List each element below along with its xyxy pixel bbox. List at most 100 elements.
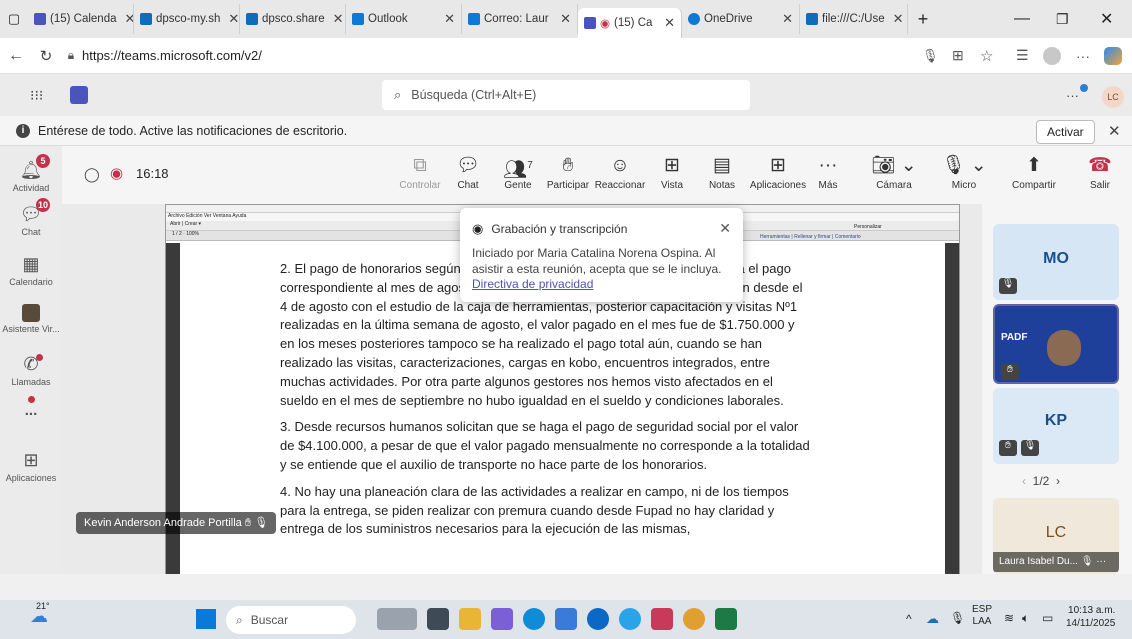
raise-hand-icon: ✋︎ (1001, 364, 1019, 380)
favorite-star-icon[interactable]: ☆ (980, 47, 993, 65)
security-app-icon[interactable] (651, 608, 673, 630)
paragraph-3: 3. Desde recursos humanos solicitan que … (280, 419, 810, 472)
user-avatar[interactable]: LC (1102, 86, 1124, 108)
leave-button[interactable]: ☎︎ Salir (1072, 154, 1128, 191)
new-tab-icon[interactable]: + (908, 9, 938, 30)
tab-file[interactable]: file:///C:/Use ✕ (800, 4, 908, 34)
close-popup-icon[interactable]: ✕ (719, 220, 731, 237)
taskbar-search[interactable]: ⌕ Buscar (226, 606, 356, 634)
hand-icon: ✋︎ (562, 155, 574, 176)
rail-item-apps[interactable]: ⊞ Aplicaciones (0, 450, 62, 483)
mic-tray-icon[interactable]: 🎙︎ (950, 611, 965, 625)
photos-app-icon[interactable] (491, 608, 513, 630)
battery-icon[interactable]: ▭ (1042, 611, 1053, 625)
apps-grid-icon[interactable]: ⊞ (952, 47, 964, 64)
more-icon[interactable]: ··· (1096, 556, 1106, 567)
wifi-icon[interactable]: ≋ (1004, 611, 1014, 625)
notes-button[interactable]: ▤ Notas (694, 154, 750, 191)
close-tab-icon[interactable]: ✕ (440, 11, 455, 27)
maximize-icon[interactable]: ❐ (1056, 11, 1069, 28)
mic-off-icon: 🎙︎ (1021, 440, 1039, 456)
add-apps-icon: ⊞ (23, 450, 39, 470)
share-button[interactable]: ⬆ Compartir (1006, 154, 1062, 191)
temperature: 21° (36, 601, 50, 611)
tab-calendar[interactable]: (15) Calenda✕ (28, 4, 134, 34)
close-tab-icon[interactable]: ✕ (889, 11, 904, 27)
more-button[interactable]: ··· Más (800, 154, 856, 191)
close-tab-icon[interactable]: ✕ (556, 11, 571, 27)
url-field[interactable]: https://teams.microsoft.com/v2/ (82, 48, 262, 63)
raise-hand-button[interactable]: ✋︎ Participar (540, 154, 596, 191)
notification-bar: i Entérese de todo. Active las notificac… (0, 116, 1132, 146)
rail-item-activity[interactable]: 🔔︎ Actividad 5 (0, 154, 62, 193)
close-tab-icon[interactable]: ✕ (329, 11, 344, 27)
tab-correo[interactable]: Correo: Laur ✕ (462, 4, 578, 34)
mic-button[interactable]: 🎙︎ ⌄ Micro (936, 154, 992, 191)
file-explorer-icon[interactable] (459, 608, 481, 630)
window-menu-icon[interactable]: ▢ (0, 11, 28, 27)
copilot-icon[interactable] (1104, 47, 1122, 65)
refresh-icon[interactable]: ↻ (32, 47, 60, 65)
participant-tile-video[interactable]: PADF ✋︎ (993, 304, 1119, 384)
app-launcher-icon[interactable]: ⁝⁝⁝ (30, 87, 43, 104)
settings-more-icon[interactable]: ··· (1066, 88, 1079, 103)
copilot-app-icon[interactable] (619, 608, 641, 630)
rail-item-calendar[interactable]: ▦ Calendario (0, 254, 62, 287)
onedrive-tray-icon[interactable]: ☁ (926, 611, 939, 627)
participant-tile-mo[interactable]: MO 🎙︎ (993, 224, 1119, 300)
rail-item-calls[interactable]: ✆ Llamadas (0, 354, 62, 387)
rail-item-virtual-assistant[interactable]: Asistente Vir... (0, 304, 62, 334)
tray-chevron-icon[interactable]: ^ (906, 612, 912, 626)
chat-button[interactable]: 💬︎ Chat (440, 154, 496, 191)
close-notification-icon[interactable]: ✕ (1108, 122, 1121, 140)
profile-avatar[interactable] (1043, 47, 1061, 65)
react-button[interactable]: ☺︎ Reaccionar (592, 154, 648, 191)
mic-icon[interactable]: 🎙︎ (922, 48, 939, 64)
mic-off-icon: 🎙︎ (999, 278, 1017, 294)
close-tab-icon[interactable]: ✕ (660, 15, 675, 31)
activate-button[interactable]: Activar (1036, 120, 1095, 144)
people-button[interactable]: 👥︎7 Gente (490, 154, 546, 191)
close-tab-icon[interactable]: ✕ (778, 11, 793, 27)
tab-dpsco-share[interactable]: dpsco.share ✕ (240, 4, 346, 34)
tab-onedrive[interactable]: OneDrive ✕ (682, 4, 800, 34)
store-icon[interactable] (555, 608, 577, 630)
participant-tile-kp[interactable]: KP ✋︎ 🎙︎ (993, 388, 1119, 464)
rail-item-more[interactable]: ... (0, 396, 62, 419)
chat-badge: 10 (36, 198, 50, 212)
search-icon: ⌕ (236, 612, 243, 627)
participant-tile-lc[interactable]: LC Laura Isabel Du... 🎙︎ ··· (993, 498, 1119, 574)
excel-icon[interactable] (715, 608, 737, 630)
hp-app-icon[interactable] (587, 608, 609, 630)
search-input[interactable]: Búsqueda (Ctrl+Alt+E) (411, 88, 536, 102)
task-view-icon[interactable] (427, 608, 449, 630)
widget-app-icon[interactable] (377, 608, 417, 630)
chrome-icon[interactable] (683, 608, 705, 630)
language-indicator[interactable]: ESP LAA (972, 604, 992, 628)
start-icon[interactable] (196, 609, 216, 629)
recording-dot-icon: ◉ (600, 18, 611, 30)
more-icon[interactable]: ··· (1076, 48, 1090, 64)
search-box[interactable]: ⌕ Búsqueda (Ctrl+Alt+E) (382, 80, 750, 110)
prev-page-icon[interactable]: ‹ (1022, 474, 1026, 488)
outlook-favicon-icon (468, 13, 480, 25)
edge-icon[interactable] (523, 608, 545, 630)
tab-outlook[interactable]: Outlook ✕ (346, 4, 462, 34)
next-page-icon[interactable]: › (1056, 474, 1060, 488)
rail-item-chat[interactable]: 💬︎ Chat 10 (0, 198, 62, 237)
tab-teams-meeting[interactable]: ◉ (15) Ca ✕ (578, 8, 682, 38)
volume-icon[interactable]: 🔈︎ (1022, 611, 1029, 626)
close-tab-icon[interactable]: ✕ (120, 11, 133, 27)
back-icon[interactable]: ← (0, 47, 32, 65)
privacy-policy-link[interactable]: Directiva de privacidad (472, 277, 593, 291)
minimize-icon[interactable]: — (1014, 10, 1030, 28)
close-tab-icon[interactable]: ✕ (224, 11, 239, 27)
camera-button[interactable]: 📷︎ ⌄ Cámara (866, 154, 922, 191)
camera-off-icon: 📷︎ ⌄ (871, 155, 917, 176)
tab-dpsco-my[interactable]: dpsco-my.sh ✕ (134, 4, 240, 34)
clock[interactable]: 10:13 a.m. 14/11/2025 (1066, 604, 1115, 630)
close-window-icon[interactable]: ✕ (1100, 9, 1113, 29)
favorites-list-icon[interactable]: ☰ (1016, 47, 1029, 64)
calls-dot-icon (36, 354, 43, 361)
view-button[interactable]: ⊞ Vista (644, 154, 700, 191)
